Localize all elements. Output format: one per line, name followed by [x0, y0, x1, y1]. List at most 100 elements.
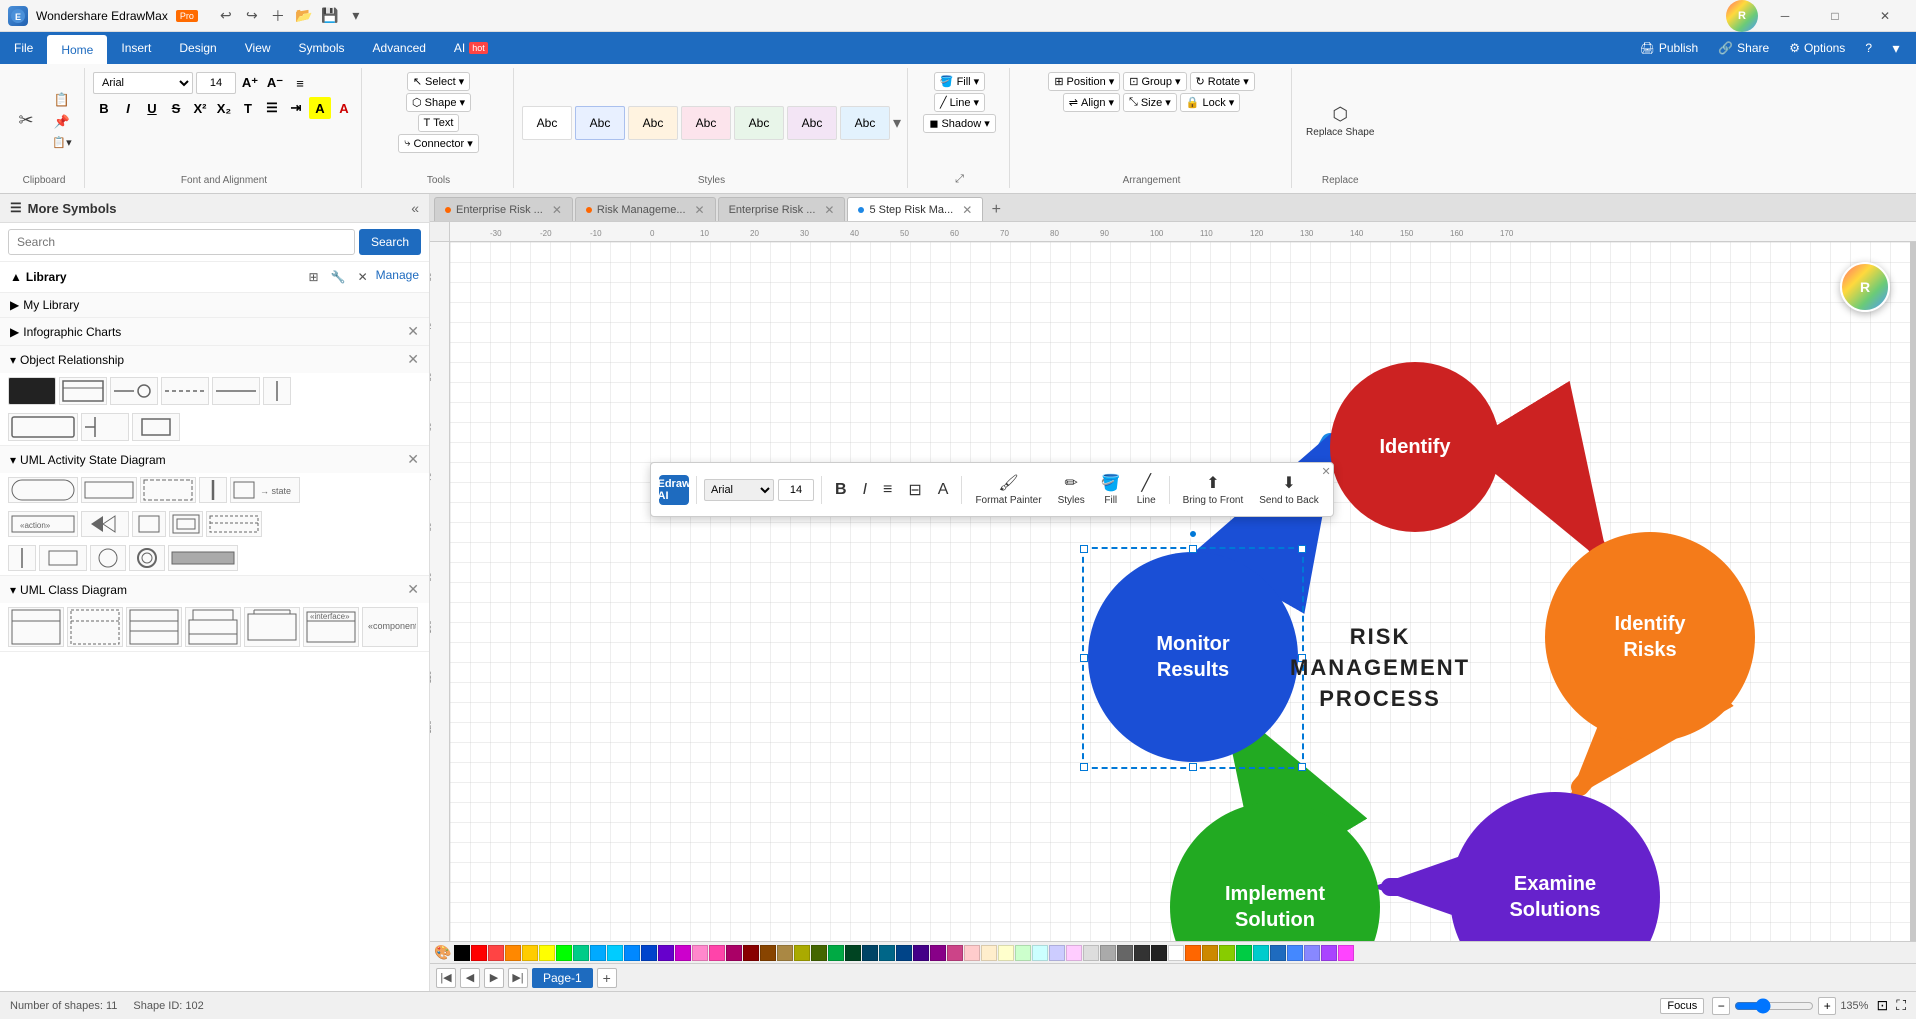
page-first-btn[interactable]: |◀: [436, 968, 456, 988]
options-btn[interactable]: ⚙ Options: [1781, 37, 1853, 59]
ft-fill-btn[interactable]: 🪣 Fill: [1095, 469, 1127, 510]
uml-act-sym-7[interactable]: [81, 511, 129, 537]
obj-rel-sym-8[interactable]: [81, 413, 129, 441]
underline-btn[interactable]: U: [141, 97, 163, 119]
manage-link[interactable]: Manage: [376, 268, 419, 286]
text-btn[interactable]: T Text: [418, 114, 460, 132]
fill-btn[interactable]: 🪣 Fill ▾: [934, 72, 985, 91]
tab-2-close[interactable]: ✕: [695, 203, 705, 217]
close-library-btn[interactable]: ✕: [354, 268, 372, 286]
uml-class-sym-3[interactable]: [126, 607, 182, 647]
swatch-yellow2[interactable]: [539, 945, 555, 961]
publish-btn[interactable]: 🖨 Publish: [1632, 37, 1707, 59]
highlight-btn[interactable]: A: [309, 97, 331, 119]
uml-act-sym-8[interactable]: [132, 511, 166, 537]
ft-format-painter-btn[interactable]: 🖌 Format Painter: [969, 469, 1047, 510]
rotate-btn[interactable]: ↻ Rotate ▾: [1190, 72, 1255, 91]
handle-tl[interactable]: [1080, 545, 1088, 553]
size-btn[interactable]: ⤡ Size ▾: [1123, 93, 1177, 112]
uml-class-sym-6[interactable]: «interface»: [303, 607, 359, 647]
uml-act-sym-4[interactable]: [199, 477, 227, 503]
menu-home[interactable]: Home: [47, 35, 107, 64]
menu-insert[interactable]: Insert: [107, 32, 165, 64]
tab-3[interactable]: Enterprise Risk ... ✕: [718, 197, 846, 221]
copy-btn[interactable]: 📋: [46, 90, 78, 110]
help-btn[interactable]: ?: [1857, 37, 1880, 59]
obj-rel-sym-9[interactable]: [132, 413, 180, 441]
shape-identify-risks[interactable]: IdentifyRisks: [1545, 532, 1755, 742]
swatch-cornflower[interactable]: [1287, 945, 1303, 961]
close-infographic-btn[interactable]: ✕: [407, 323, 419, 340]
handle-bc[interactable]: [1189, 763, 1197, 771]
focus-btn[interactable]: Focus: [1660, 998, 1704, 1014]
user-avatar[interactable]: R: [1726, 0, 1758, 32]
swatch-tan[interactable]: [777, 945, 793, 961]
select-btn[interactable]: ↖ Select ▾: [407, 72, 470, 91]
swatch-yellow[interactable]: [522, 945, 538, 961]
uml-act-sym-2[interactable]: [81, 477, 137, 503]
swatch-orange[interactable]: [505, 945, 521, 961]
obj-rel-sym-5[interactable]: [212, 377, 260, 405]
alignment-btn[interactable]: ≡: [289, 72, 311, 94]
close-uml-act-btn[interactable]: ✕: [407, 451, 419, 468]
obj-rel-sym-7[interactable]: [8, 413, 78, 441]
font-family-select[interactable]: Arial: [93, 72, 193, 94]
page-next-btn[interactable]: ▶: [484, 968, 504, 988]
swatch-medium-purple[interactable]: [1321, 945, 1337, 961]
obj-rel-sym-2[interactable]: [59, 377, 107, 405]
search-button[interactable]: Search: [359, 229, 421, 255]
share-btn[interactable]: 🔗 Share: [1710, 37, 1777, 59]
swatch-brown[interactable]: [760, 945, 776, 961]
tab-4-close[interactable]: ✕: [962, 203, 972, 217]
connector-btn[interactable]: ⤷ Connector ▾: [398, 134, 478, 153]
ft-bring-front-btn[interactable]: ⬆ Bring to Front: [1177, 469, 1250, 510]
swatch-lightcyan[interactable]: [1032, 945, 1048, 961]
handle-br[interactable]: [1298, 763, 1306, 771]
subscript-btn[interactable]: X₂: [213, 97, 235, 119]
close-obj-rel-btn[interactable]: ✕: [407, 351, 419, 368]
collapse-panel-btn[interactable]: «: [411, 200, 419, 216]
cut-btn[interactable]: ✂: [10, 106, 42, 135]
add-page-btn[interactable]: +: [597, 968, 617, 988]
undo-btn[interactable]: ↩: [214, 4, 238, 28]
uml-act-sym-14[interactable]: [129, 545, 165, 571]
uml-act-sym-11[interactable]: [8, 545, 36, 571]
canvas-avatar[interactable]: R: [1840, 262, 1890, 312]
ft-font-color-btn[interactable]: A: [932, 477, 955, 503]
palette-picker-icon[interactable]: 🎨: [434, 944, 451, 961]
swatch-hotpink[interactable]: [709, 945, 725, 961]
tab-1-close[interactable]: ✕: [552, 203, 562, 217]
ft-italic-btn[interactable]: I: [857, 477, 873, 503]
swatch-forestgreen[interactable]: [845, 945, 861, 961]
swatch-cyan[interactable]: [607, 945, 623, 961]
uml-class-sym-7[interactable]: «component»: [362, 607, 418, 647]
zoom-in-btn[interactable]: +: [1818, 997, 1836, 1015]
swatch-navygreen[interactable]: [862, 945, 878, 961]
new-btn[interactable]: ＋: [266, 4, 290, 28]
page-tab-1[interactable]: Page-1: [532, 968, 593, 988]
swatch-violet[interactable]: [930, 945, 946, 961]
shape-examine-solutions[interactable]: ExamineSolutions: [1450, 792, 1660, 941]
add-tab-btn[interactable]: +: [985, 199, 1007, 221]
swatch-lightblue[interactable]: [590, 945, 606, 961]
maximize-btn[interactable]: □: [1812, 0, 1858, 32]
swatch-charcoal[interactable]: [1151, 945, 1167, 961]
style-abc-4[interactable]: Abc: [681, 106, 731, 140]
superscript-btn[interactable]: X²: [189, 97, 211, 119]
fit-page-btn[interactable]: ⊡: [1876, 997, 1888, 1014]
uml-act-sym-13[interactable]: [90, 545, 126, 571]
handle-ml[interactable]: [1080, 654, 1088, 662]
infographic-header[interactable]: ▶ Infographic Charts ✕: [0, 318, 429, 345]
swatch-lightgreen[interactable]: [1015, 945, 1031, 961]
align-btn[interactable]: ⇌ Align ▾: [1063, 93, 1120, 112]
tab-4[interactable]: 5 Step Risk Ma... ✕: [847, 197, 983, 221]
obj-rel-sym-4[interactable]: [161, 377, 209, 405]
ft-close-btn[interactable]: ✕: [1322, 465, 1331, 478]
zoom-slider[interactable]: [1734, 998, 1814, 1014]
swatch-periwinkle[interactable]: [1304, 945, 1320, 961]
uml-class-header[interactable]: ▾ UML Class Diagram ✕: [0, 576, 429, 603]
menu-view[interactable]: View: [231, 32, 285, 64]
swatch-rose[interactable]: [947, 945, 963, 961]
swatch-lightviolet[interactable]: [1066, 945, 1082, 961]
menu-ai[interactable]: AI hot: [440, 32, 502, 64]
